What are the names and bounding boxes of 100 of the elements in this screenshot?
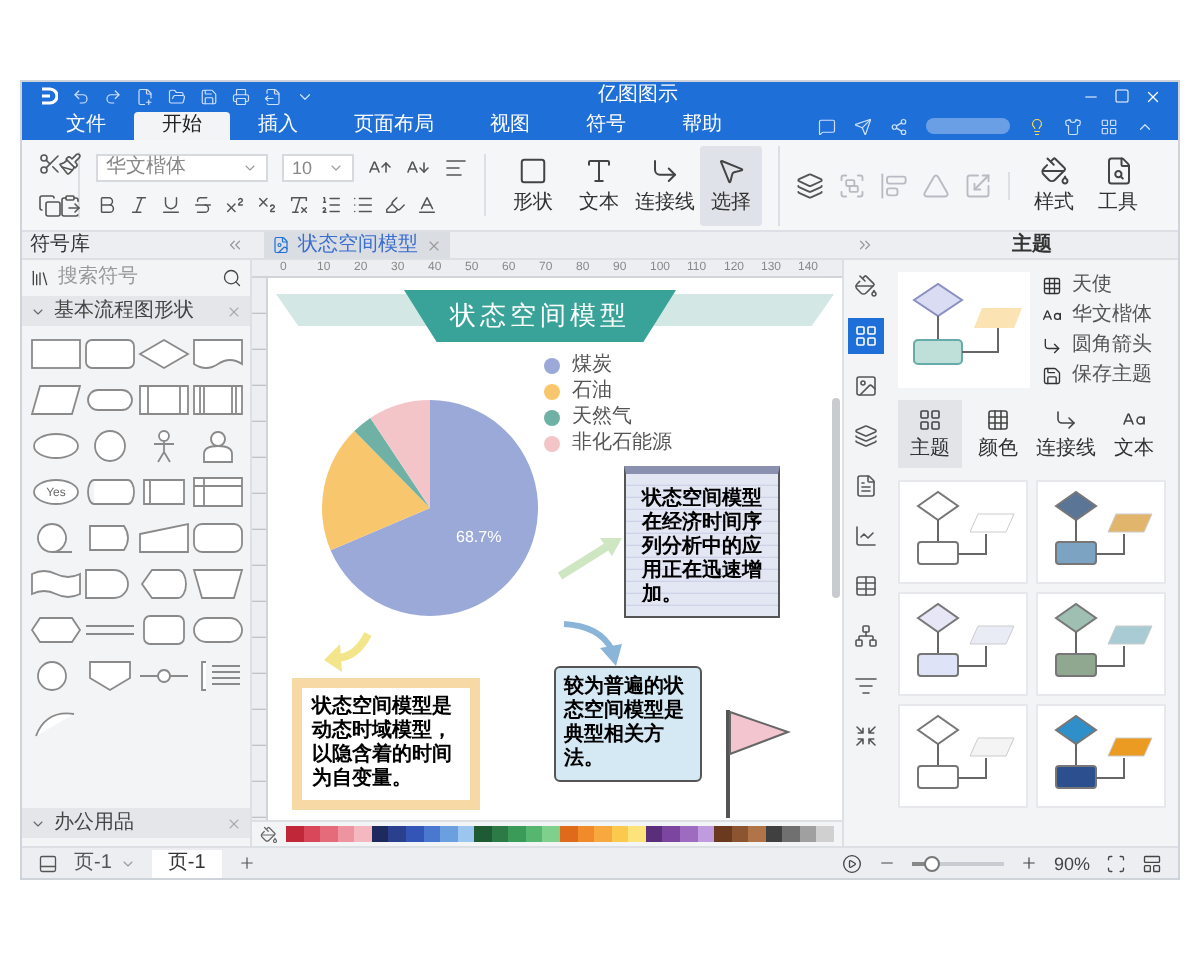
fit-icon[interactable]: [1106, 853, 1126, 873]
color-palette-drawing[interactable]: [286, 826, 834, 842]
page-layout-icon[interactable]: [38, 853, 58, 873]
cylinder-shape-icon[interactable]: [84, 474, 136, 510]
close-icon[interactable]: [426, 237, 442, 253]
theme-tab[interactable]: 文本: [1102, 400, 1166, 468]
ribbon-button[interactable]: 形状: [502, 145, 564, 225]
tape-shape-icon[interactable]: [30, 566, 82, 602]
format-painter-icon[interactable]: [58, 152, 82, 176]
new-file-icon[interactable]: [136, 87, 154, 105]
side-tool-button[interactable]: [847, 318, 883, 354]
document-shape-icon[interactable]: [192, 336, 244, 372]
share-icon[interactable]: [890, 117, 908, 135]
theme-option[interactable]: 华文楷体: [1042, 302, 1152, 328]
strikethrough-icon[interactable]: [192, 194, 214, 216]
theme-option[interactable]: 保存主题: [1042, 362, 1152, 388]
menu-tab[interactable]: 符号: [558, 112, 654, 140]
grid-icon[interactable]: [1100, 117, 1118, 135]
send-icon[interactable]: [854, 117, 872, 135]
menu-tab[interactable]: 帮助: [654, 112, 750, 140]
font-name-field[interactable]: 华文楷体: [96, 154, 268, 182]
theme-thumbnail[interactable]: [1036, 480, 1166, 584]
menu-tab[interactable]: 开始: [134, 112, 230, 140]
ellipse-shape-icon[interactable]: [30, 428, 82, 464]
collapse-icon[interactable]: [226, 236, 244, 254]
process-shape-icon[interactable]: [192, 382, 244, 418]
align-left-icon[interactable]: [444, 156, 468, 180]
clear-format-icon[interactable]: [288, 194, 310, 216]
scrollbar-thumb[interactable]: [832, 398, 840, 598]
paste-icon[interactable]: [58, 194, 82, 218]
redo-icon[interactable]: [104, 87, 122, 105]
play-icon[interactable]: [841, 853, 862, 873]
zoom-in-icon[interactable]: [1019, 854, 1038, 872]
folder-icon[interactable]: [168, 87, 186, 105]
print-icon[interactable]: [232, 87, 250, 105]
copy-icon[interactable]: [38, 194, 62, 218]
shirt-icon[interactable]: [1064, 117, 1082, 135]
font-color-icon[interactable]: [416, 194, 438, 216]
storage-shape-icon[interactable]: [192, 474, 244, 510]
expand-icon[interactable]: [855, 236, 873, 254]
bold-icon[interactable]: [96, 194, 118, 216]
subscript-icon[interactable]: [256, 194, 278, 216]
category-header[interactable]: 办公用品: [22, 808, 250, 838]
rounded-rectangle-shape-icon[interactable]: [138, 612, 190, 648]
slider-thumb[interactable]: [924, 855, 941, 871]
ribbon-button[interactable]: 连接线: [634, 145, 696, 225]
cut-icon[interactable]: [38, 152, 62, 176]
rounded-rectangle-shape-icon[interactable]: [84, 336, 136, 372]
add-page-icon[interactable]: [237, 854, 256, 872]
menu-tab[interactable]: 文件: [38, 112, 134, 140]
display-shape-icon[interactable]: [138, 566, 190, 602]
message-icon[interactable]: [818, 117, 836, 135]
lightbulb-icon[interactable]: [1028, 117, 1046, 135]
stadium-shape-icon[interactable]: [192, 612, 244, 648]
rounded-rectangle-shape-icon[interactable]: [192, 520, 244, 556]
ribbon-button[interactable]: 工具: [1090, 145, 1146, 225]
highlighter-icon[interactable]: [384, 194, 406, 216]
full-screen-icon[interactable]: [1142, 853, 1162, 873]
manual-input-shape-icon[interactable]: [138, 520, 190, 556]
page-select[interactable]: 页-1: [74, 851, 136, 875]
numbered-list-icon[interactable]: [320, 194, 342, 216]
library-icon[interactable]: [30, 268, 50, 288]
theme-thumbnail[interactable]: [898, 592, 1028, 696]
menu-tab[interactable]: 页面布局: [326, 112, 462, 140]
process-shape-icon[interactable]: [138, 382, 190, 418]
theme-thumbnail[interactable]: [898, 480, 1028, 584]
theme-tab[interactable]: 主题: [898, 400, 962, 468]
maximize-icon[interactable]: [1114, 88, 1130, 104]
rectangle-shape-icon[interactable]: [30, 336, 82, 372]
theme-thumbnail[interactable]: [1036, 592, 1166, 696]
document-tab[interactable]: 状态空间模型: [264, 232, 450, 258]
trapezoid-shape-icon[interactable]: [192, 566, 244, 602]
ribbon-button[interactable]: 选择: [700, 145, 762, 225]
theme-tab[interactable]: 连接线: [1034, 400, 1098, 468]
export-icon[interactable]: [264, 87, 282, 105]
page-tab[interactable]: 页-1: [151, 849, 222, 877]
hexagon-shape-icon[interactable]: [30, 612, 82, 648]
theme-thumbnail[interactable]: [1036, 704, 1166, 808]
fill-icon[interactable]: [260, 825, 278, 843]
search-icon[interactable]: [222, 268, 242, 288]
italic-icon[interactable]: [128, 194, 150, 216]
app-logo-icon[interactable]: [38, 86, 58, 106]
theme-thumbnail[interactable]: [898, 704, 1028, 808]
theme-option[interactable]: 天使: [1042, 272, 1152, 298]
off-page-shape-icon[interactable]: [84, 658, 136, 694]
category-header[interactable]: 基本流程图形状: [22, 296, 250, 326]
ribbon-button[interactable]: 样式: [1026, 145, 1082, 225]
save-icon[interactable]: [200, 87, 218, 105]
font-size-field[interactable]: 10: [282, 154, 354, 182]
diamond-shape-icon[interactable]: [138, 336, 190, 372]
parallelogram-shape-icon[interactable]: [30, 382, 82, 418]
ribbon-button[interactable]: 文本: [568, 145, 630, 225]
undo-icon[interactable]: [72, 87, 90, 105]
card-shape-icon[interactable]: [138, 474, 190, 510]
layers-icon[interactable]: [796, 171, 824, 199]
underline-icon[interactable]: [160, 194, 182, 216]
menu-tab[interactable]: 视图: [462, 112, 558, 140]
theme-tab[interactable]: 颜色: [966, 400, 1030, 468]
superscript-icon[interactable]: [224, 194, 246, 216]
theme-option[interactable]: 圆角箭头: [1042, 332, 1152, 358]
